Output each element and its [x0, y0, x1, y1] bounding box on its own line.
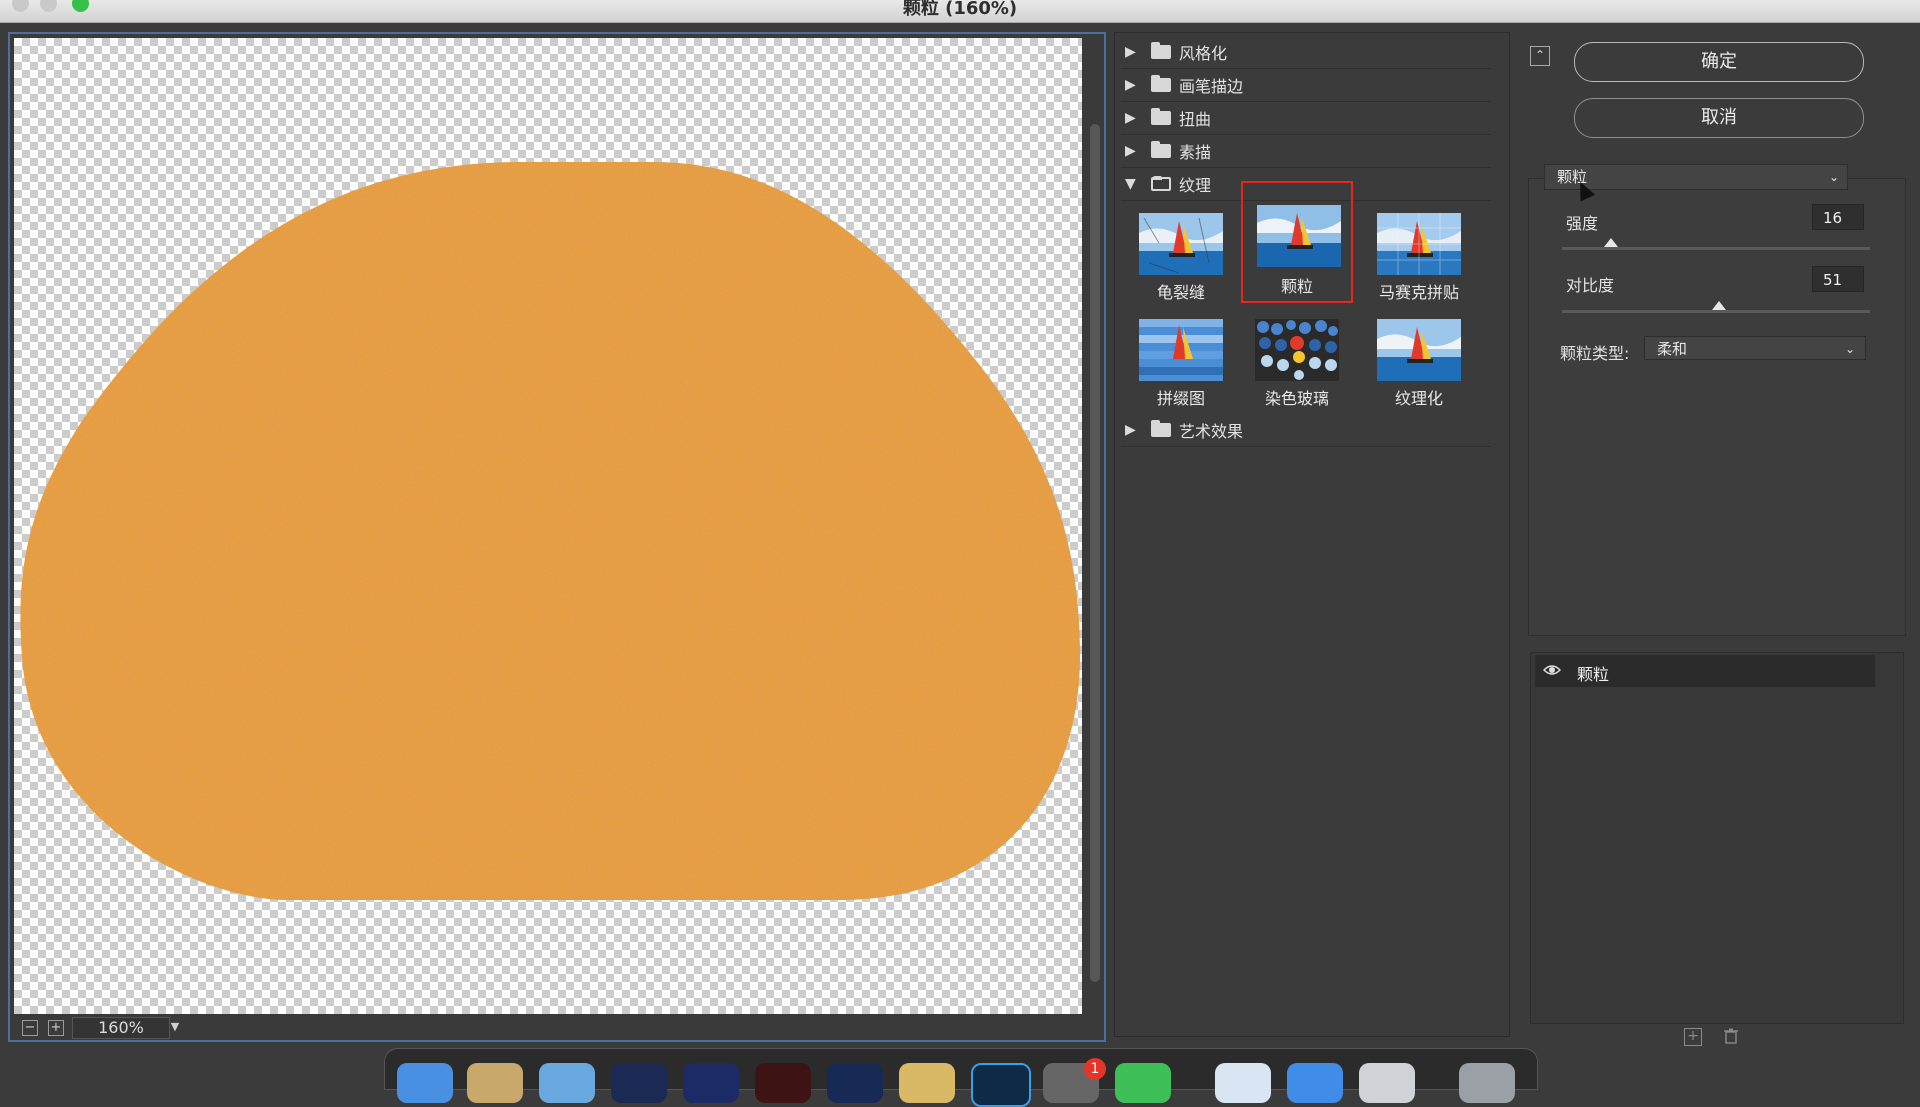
category-stylize[interactable]: ▶ 风格化	[1121, 36, 1491, 69]
category-label: 纹理	[1179, 176, 1212, 195]
filter-label: 纹理化	[1394, 389, 1443, 408]
texturizer-thumbnail	[1377, 319, 1461, 381]
title-bar: 颗粒 (160%)	[0, 0, 1920, 23]
effect-layer-name: 颗粒	[1577, 665, 1610, 684]
mosaic-tiles-thumbnail	[1377, 213, 1461, 275]
filter-label: 马赛克拼贴	[1378, 283, 1459, 302]
folder-icon	[1151, 42, 1171, 59]
preview-canvas[interactable]	[14, 38, 1082, 1014]
filter-craquelure[interactable]: 龟裂缝	[1125, 203, 1237, 309]
effect-layer-row[interactable]: 颗粒	[1535, 655, 1875, 687]
photoshop-alt-icon[interactable]	[827, 1063, 883, 1103]
messages-icon[interactable]	[1115, 1063, 1171, 1103]
filter-label: 拼缀图	[1156, 389, 1205, 408]
filter-stained-glass[interactable]: 染色玻璃	[1241, 309, 1353, 415]
browser-icon[interactable]	[539, 1063, 595, 1103]
expand-arrow-icon[interactable]: ▶	[1125, 143, 1145, 159]
intensity-slider-handle[interactable]	[1604, 238, 1619, 247]
category-label: 风格化	[1179, 44, 1228, 63]
folder-icon	[1151, 420, 1171, 437]
activity-icon[interactable]	[1359, 1063, 1415, 1103]
contrast-input[interactable]: 51	[1812, 266, 1864, 292]
new-effect-layer-icon[interactable]: +	[1684, 1028, 1702, 1046]
grain-type-label: 颗粒类型:	[1560, 344, 1630, 363]
craquelure-thumbnail	[1139, 213, 1223, 275]
category-label: 艺术效果	[1179, 422, 1244, 441]
filter-grain[interactable]: 颗粒	[1241, 181, 1353, 303]
grain-type-select[interactable]: 柔和 ⌄	[1644, 336, 1866, 360]
patchwork-thumbnail	[1139, 319, 1223, 381]
zoom-in-button[interactable]: +	[48, 1020, 64, 1036]
filter-texturizer[interactable]: 纹理化	[1363, 309, 1475, 415]
filter-label: 龟裂缝	[1156, 283, 1205, 302]
preview-panel: − + 160% ▼	[8, 32, 1106, 1042]
trash-icon[interactable]	[1724, 1028, 1738, 1044]
lightroom-icon[interactable]	[611, 1063, 667, 1103]
trash-dock-icon[interactable]	[1459, 1063, 1515, 1103]
category-brush-strokes[interactable]: ▶ 画笔描边	[1121, 69, 1491, 102]
illustrator-icon[interactable]	[755, 1063, 811, 1103]
open-folder-icon	[1151, 176, 1171, 191]
orange-shape	[20, 162, 1081, 900]
grain-type-value: 柔和	[1657, 340, 1688, 358]
category-artistic[interactable]: ▶ 艺术效果	[1121, 414, 1491, 447]
intensity-slider[interactable]	[1562, 247, 1870, 250]
intensity-label: 强度	[1566, 214, 1599, 233]
collapse-arrow-icon[interactable]: ▼	[1125, 176, 1145, 192]
finder-icon[interactable]	[397, 1063, 453, 1103]
category-label: 扭曲	[1179, 110, 1212, 129]
ok-button[interactable]: 确定	[1574, 42, 1864, 82]
filter-label: 颗粒	[1280, 277, 1313, 296]
zoom-out-button[interactable]: −	[22, 1020, 38, 1036]
expand-arrow-icon[interactable]: ▶	[1125, 44, 1145, 60]
category-sketch[interactable]: ▶ 素描	[1121, 135, 1491, 168]
grain-thumbnail	[1257, 205, 1341, 267]
dock	[384, 1048, 1538, 1107]
folder-icon	[1151, 75, 1171, 92]
expand-arrow-icon[interactable]: ▶	[1125, 77, 1145, 93]
app-icon[interactable]	[467, 1063, 523, 1103]
expand-arrow-icon[interactable]: ▶	[1125, 422, 1145, 438]
filter-patchwork[interactable]: 拼缀图	[1125, 309, 1237, 415]
stained-glass-thumbnail	[1255, 319, 1339, 381]
notification-badge: 1	[1084, 1058, 1106, 1080]
category-label: 画笔描边	[1179, 77, 1244, 96]
zoom-dropdown-chevron-icon[interactable]: ▼	[164, 1017, 186, 1037]
vertical-scrollbar[interactable]	[1090, 124, 1100, 982]
expand-arrow-icon[interactable]: ▶	[1125, 110, 1145, 126]
preview-app-icon[interactable]	[1215, 1063, 1271, 1103]
contrast-slider[interactable]	[1562, 310, 1870, 313]
contrast-slider-handle[interactable]	[1712, 301, 1727, 310]
filter-mosaic-tiles[interactable]: 马赛克拼贴	[1363, 203, 1475, 309]
folder-app-icon[interactable]	[899, 1063, 955, 1103]
photoshop-icon[interactable]	[971, 1063, 1031, 1107]
filter-label: 染色玻璃	[1264, 389, 1329, 408]
window-title: 颗粒 (160%)	[902, 0, 1018, 19]
cancel-button[interactable]: 取消	[1574, 98, 1864, 138]
collapse-gallery-icon[interactable]: ⌃	[1530, 46, 1550, 66]
zoom-bar: − + 160% ▼	[10, 1014, 1104, 1040]
zoom-level[interactable]: 160%	[72, 1017, 170, 1039]
premiere-icon[interactable]	[683, 1063, 739, 1103]
filter-gallery: ▶ 风格化 ▶ 画笔描边 ▶ 扭曲 ▶ 素描 ▼ 纹理 龟裂缝 颗粒 马赛克拼贴…	[1114, 32, 1510, 1037]
chevron-down-icon: ⌄	[1844, 342, 1855, 356]
contrast-label: 对比度	[1566, 276, 1615, 295]
category-label: 素描	[1179, 143, 1212, 162]
chevron-down-icon: ⌄	[1828, 170, 1839, 184]
settings-panel: ⌃ 确定 取消 颗粒 ⌄ 强度 16 对比度 51 颗粒类型: 柔和 ⌄ 颗粒 …	[1520, 28, 1912, 1048]
intensity-input[interactable]: 16	[1812, 204, 1864, 230]
files-app-icon[interactable]	[1287, 1063, 1343, 1103]
eye-icon[interactable]	[1543, 663, 1561, 677]
category-distort[interactable]: ▶ 扭曲	[1121, 102, 1491, 135]
folder-icon	[1151, 108, 1171, 125]
effect-layers-panel: 颗粒	[1530, 652, 1904, 1024]
folder-icon	[1151, 141, 1171, 158]
